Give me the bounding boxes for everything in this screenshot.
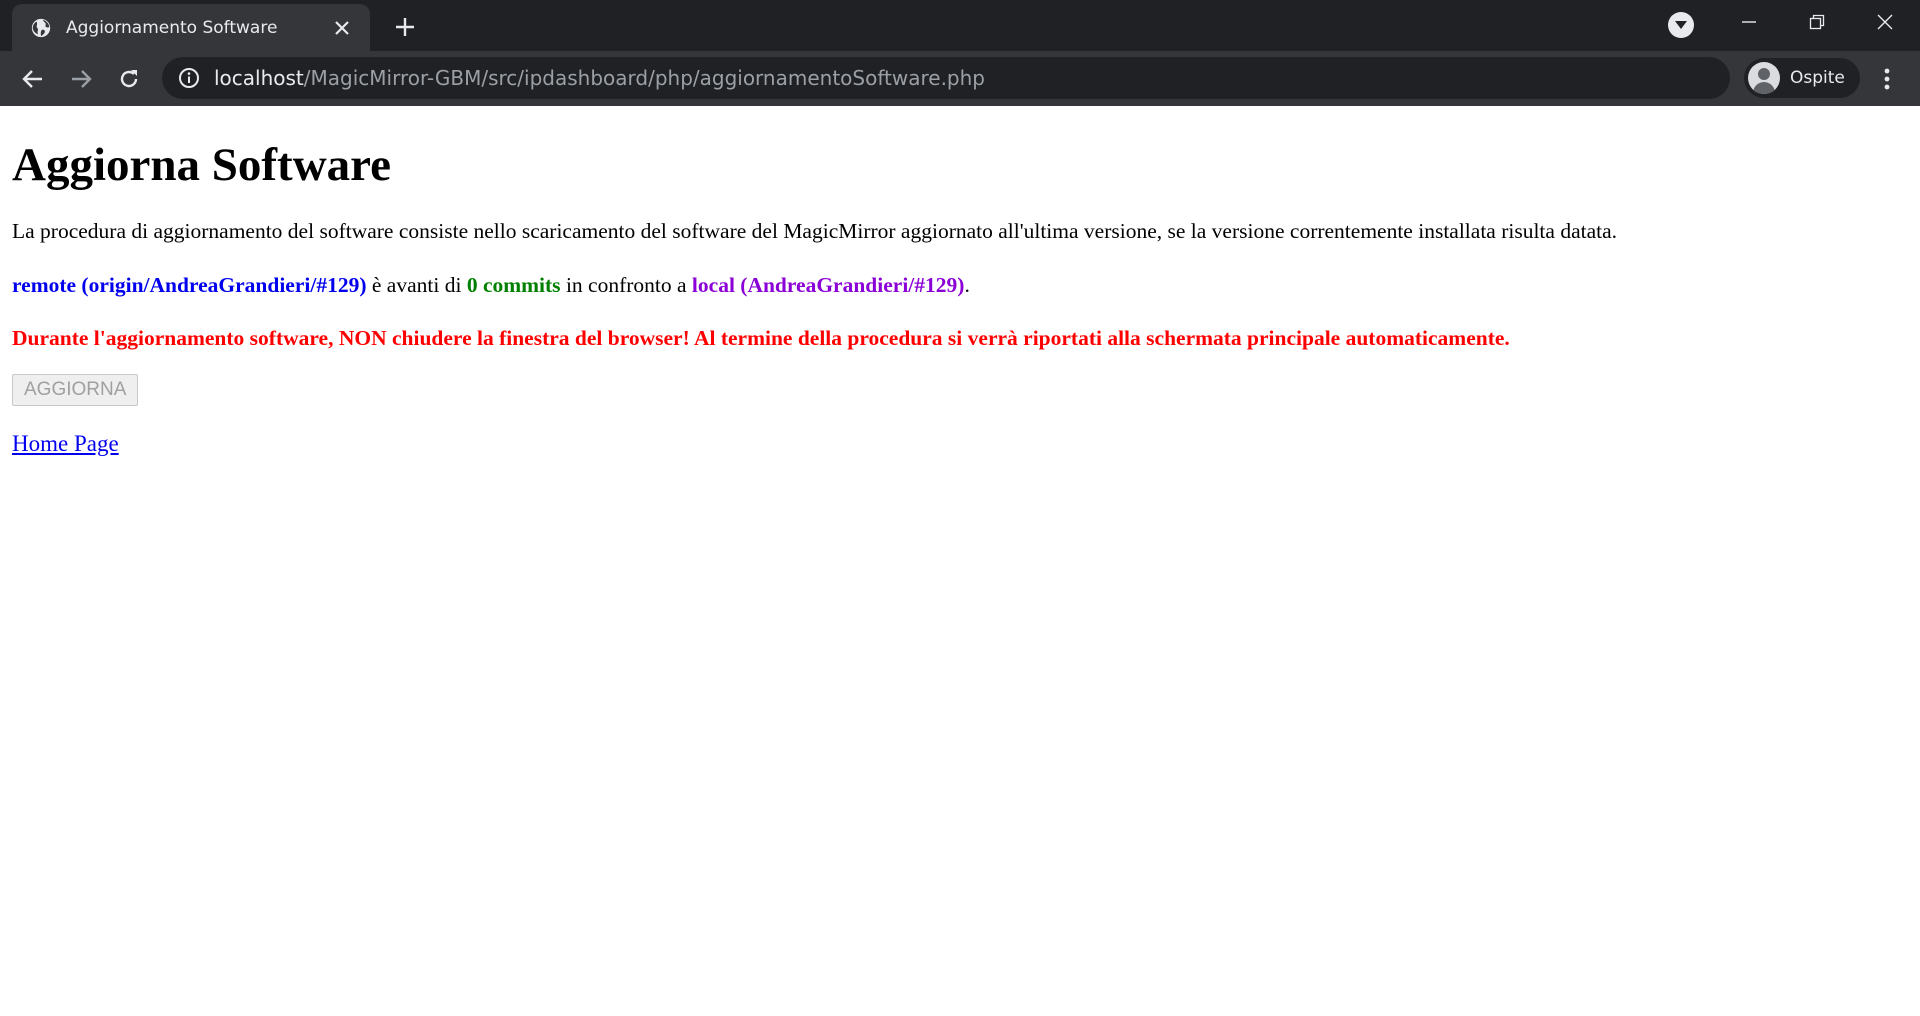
info-icon[interactable] [178, 67, 200, 89]
tab-strip: Aggiornamento Software [0, 0, 1920, 51]
close-tab-icon[interactable] [330, 16, 354, 40]
back-arrow-icon[interactable] [16, 62, 50, 96]
avatar-icon [1748, 62, 1780, 94]
tab-search-icon[interactable] [1668, 12, 1694, 38]
intro-paragraph: La procedura di aggiornamento del softwa… [12, 218, 1618, 243]
browser-chrome: Aggiornamento Software localhost/MagicMi… [0, 0, 1920, 106]
url-host: localhost [214, 66, 304, 90]
restore-icon[interactable] [1783, 0, 1851, 44]
page-content: Aggiorna Software La procedura di aggior… [0, 139, 1920, 457]
status-text-2: in confronto a [560, 272, 692, 297]
kebab-menu-icon[interactable] [1872, 62, 1902, 96]
home-page-link[interactable]: Home Page [12, 431, 1908, 457]
forward-arrow-icon[interactable] [64, 62, 98, 96]
page-title: Aggiorna Software [12, 139, 392, 191]
new-tab-icon[interactable] [390, 12, 420, 42]
remote-branch: remote (origin/AndreaGrandieri/#129) [12, 272, 367, 297]
profile-button[interactable]: Ospite [1744, 58, 1860, 98]
reload-icon[interactable] [112, 62, 146, 96]
toolbar: localhost/MagicMirror-GBM/src/ipdashboar… [0, 51, 1920, 106]
profile-name: Ospite [1790, 68, 1845, 88]
local-branch: local (AndreaGrandieri/#129) [691, 272, 965, 297]
address-bar[interactable]: localhost/MagicMirror-GBM/src/ipdashboar… [162, 57, 1730, 99]
status-paragraph: remote (origin/AndreaGrandieri/#129) è a… [12, 273, 1908, 298]
status-text-3: . [964, 272, 970, 297]
status-text-1: è avanti di [366, 272, 467, 297]
url-text[interactable]: localhost/MagicMirror-GBM/src/ipdashboar… [214, 66, 985, 90]
close-window-icon[interactable] [1851, 0, 1919, 44]
browser-tab[interactable]: Aggiornamento Software [12, 4, 370, 51]
tab-title: Aggiornamento Software [66, 17, 278, 38]
update-button[interactable]: AGGIORNA [12, 373, 139, 406]
warning-message: Durante l'aggiornamento software, NON ch… [12, 325, 1510, 350]
minimize-icon[interactable] [1715, 0, 1783, 44]
globe-icon [31, 18, 51, 37]
commit-count: 0 commits [466, 272, 561, 297]
url-path: /MagicMirror-GBM/src/ipdashboard/php/agg… [303, 66, 985, 90]
